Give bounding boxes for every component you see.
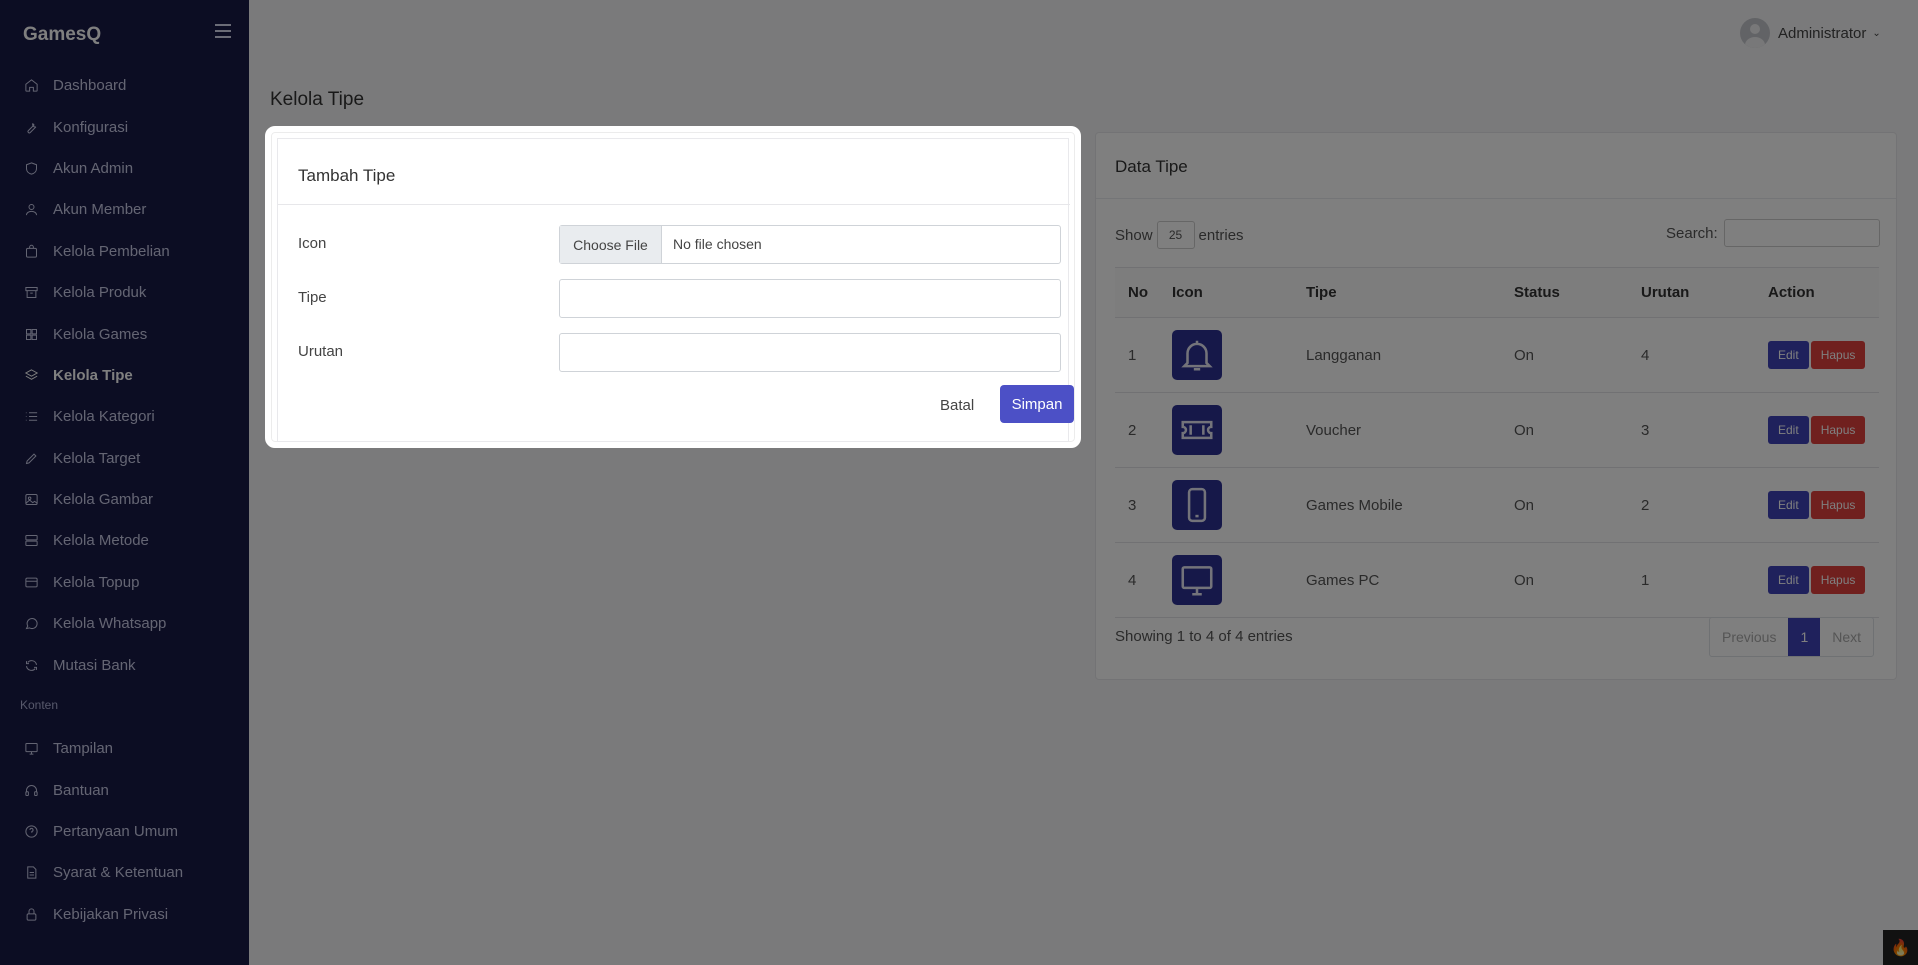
modal-title: Tambah Tipe [298,166,396,185]
tipe-label: Tipe [298,289,327,306]
tipe-input[interactable] [559,279,1061,318]
modal-content: Tambah Tipe Icon Choose File No file cho… [277,138,1074,442]
file-status: No file chosen [673,236,762,252]
choose-file-button[interactable]: Choose File [560,226,662,263]
icon-file-input[interactable]: Choose File No file chosen [559,225,1061,264]
divider [278,204,1070,205]
icon-label: Icon [298,235,327,252]
batal-button[interactable]: Batal [940,397,974,414]
urutan-input[interactable] [559,333,1061,372]
tambah-tipe-modal: Tambah Tipe Icon Choose File No file cho… [265,126,1081,448]
simpan-button[interactable]: Simpan [1000,385,1074,423]
urutan-label: Urutan [298,343,344,360]
